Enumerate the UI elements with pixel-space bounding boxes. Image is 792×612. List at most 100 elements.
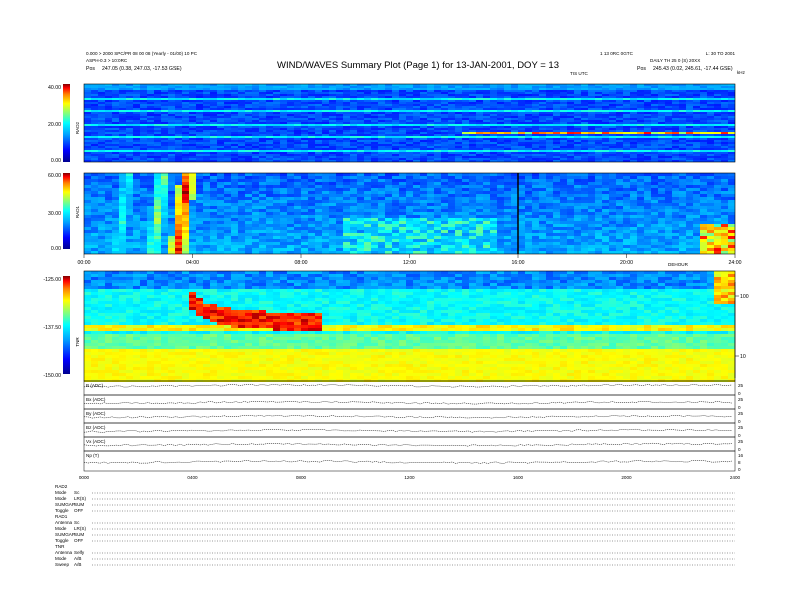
rad2-cell: [686, 110, 693, 112]
rad1-cell: [385, 251, 392, 254]
rad2-cell: [525, 118, 532, 120]
rad2-cell: [469, 148, 476, 150]
rad2-cell: [385, 94, 392, 96]
rad2-cell: [406, 100, 413, 102]
rad2-cell: [630, 142, 637, 144]
rad2-cell: [518, 158, 525, 160]
rad2-cell: [98, 102, 105, 104]
rad2-cell: [728, 128, 735, 130]
rad2-cell: [336, 88, 343, 90]
rad2-cell: [105, 84, 112, 86]
rad2-cell: [203, 120, 210, 122]
rad2-cell: [126, 160, 133, 162]
rad2-cell: [441, 122, 448, 124]
rad2-cell: [553, 86, 560, 88]
rad2-cell: [182, 106, 189, 108]
rad2-cell: [728, 98, 735, 100]
rad2-cell: [266, 150, 273, 152]
rad1-cell: [210, 239, 217, 242]
rad2-cell: [595, 116, 602, 118]
rad2-cell: [315, 102, 322, 104]
rad2-cell: [679, 160, 686, 162]
rad1-cell: [413, 200, 420, 203]
rad2-cell: [651, 130, 658, 132]
rad2-cell: [476, 138, 483, 140]
rad1-cell: [364, 203, 371, 206]
rad2-cell: [574, 84, 581, 86]
rad1-cell: [336, 176, 343, 179]
rad2-cell: [539, 110, 546, 112]
rad1-cell: [161, 251, 168, 254]
rad2-cell: [567, 128, 574, 130]
rad1-cell: [287, 212, 294, 215]
rad1-cell: [140, 251, 147, 254]
rad2-cell: [266, 126, 273, 128]
rad2-cell: [322, 108, 329, 110]
rad2-cell: [623, 116, 630, 118]
rad2-cell: [301, 132, 308, 134]
rad1-cell: [168, 239, 175, 242]
rad2-cell: [630, 96, 637, 98]
rad1-cell: [203, 233, 210, 236]
rad2-cell: [644, 146, 651, 148]
rad1-cell: [287, 239, 294, 242]
rad2-cell: [280, 130, 287, 132]
rad2-cell: [343, 112, 350, 114]
rad2-cell: [343, 110, 350, 112]
rad1-cell: [371, 200, 378, 203]
rad1-cell: [168, 203, 175, 206]
rad1-cell: [182, 242, 189, 245]
rad2-cell: [259, 128, 266, 130]
rad2-cell: [602, 136, 609, 138]
rad1-cell: [315, 236, 322, 239]
rad2-cell: [665, 86, 672, 88]
rad2-cell: [385, 86, 392, 88]
rad2-cell: [350, 134, 357, 136]
rad2-cell: [441, 98, 448, 100]
rad1-cell: [406, 245, 413, 248]
rad2-cell: [147, 158, 154, 160]
rad1-cell: [371, 209, 378, 212]
rad1-cell: [364, 221, 371, 224]
rad2-cell: [308, 88, 315, 90]
rad1-cell: [203, 188, 210, 191]
rad1-cell: [98, 182, 105, 185]
rad1-cell: [287, 176, 294, 179]
rad2-cell: [469, 122, 476, 124]
rad2-cell: [539, 104, 546, 106]
rad1-cell: [371, 236, 378, 239]
rad2-cell: [371, 156, 378, 158]
rad1-cell: [210, 233, 217, 236]
rad2-cell: [112, 128, 119, 130]
rad1-cell: [182, 236, 189, 239]
header-right-line1b: L: 30 TO 2001: [706, 51, 736, 56]
rad2-cell: [280, 100, 287, 102]
rad2-cell: [714, 94, 721, 96]
rad2-cell: [707, 94, 714, 96]
rad2-cell: [119, 94, 126, 96]
rad1-cell: [406, 221, 413, 224]
rad2-cell: [266, 122, 273, 124]
rad2-cell: [140, 132, 147, 134]
rad2-cell: [315, 108, 322, 110]
rad1-cell: [364, 239, 371, 242]
rad2-cell: [245, 144, 252, 146]
rad2-cell: [553, 134, 560, 136]
rad2-cell: [406, 102, 413, 104]
rad2-cell: [581, 96, 588, 98]
rad2-cell: [700, 100, 707, 102]
rad1-cell: [210, 248, 217, 251]
rad2-cell: [504, 114, 511, 116]
rad2-cell: [658, 124, 665, 126]
rad2-cell: [126, 112, 133, 114]
rad2-cell: [532, 130, 539, 132]
rad2-cell: [532, 122, 539, 124]
rad2-cell: [532, 128, 539, 130]
rad2-cell: [455, 120, 462, 122]
rad2-cell: [672, 102, 679, 104]
rad2-cell: [490, 98, 497, 100]
rad2-cell: [245, 92, 252, 94]
rad2-cell: [280, 98, 287, 100]
rad1-cell: [301, 194, 308, 197]
rad1-cell: [329, 206, 336, 209]
